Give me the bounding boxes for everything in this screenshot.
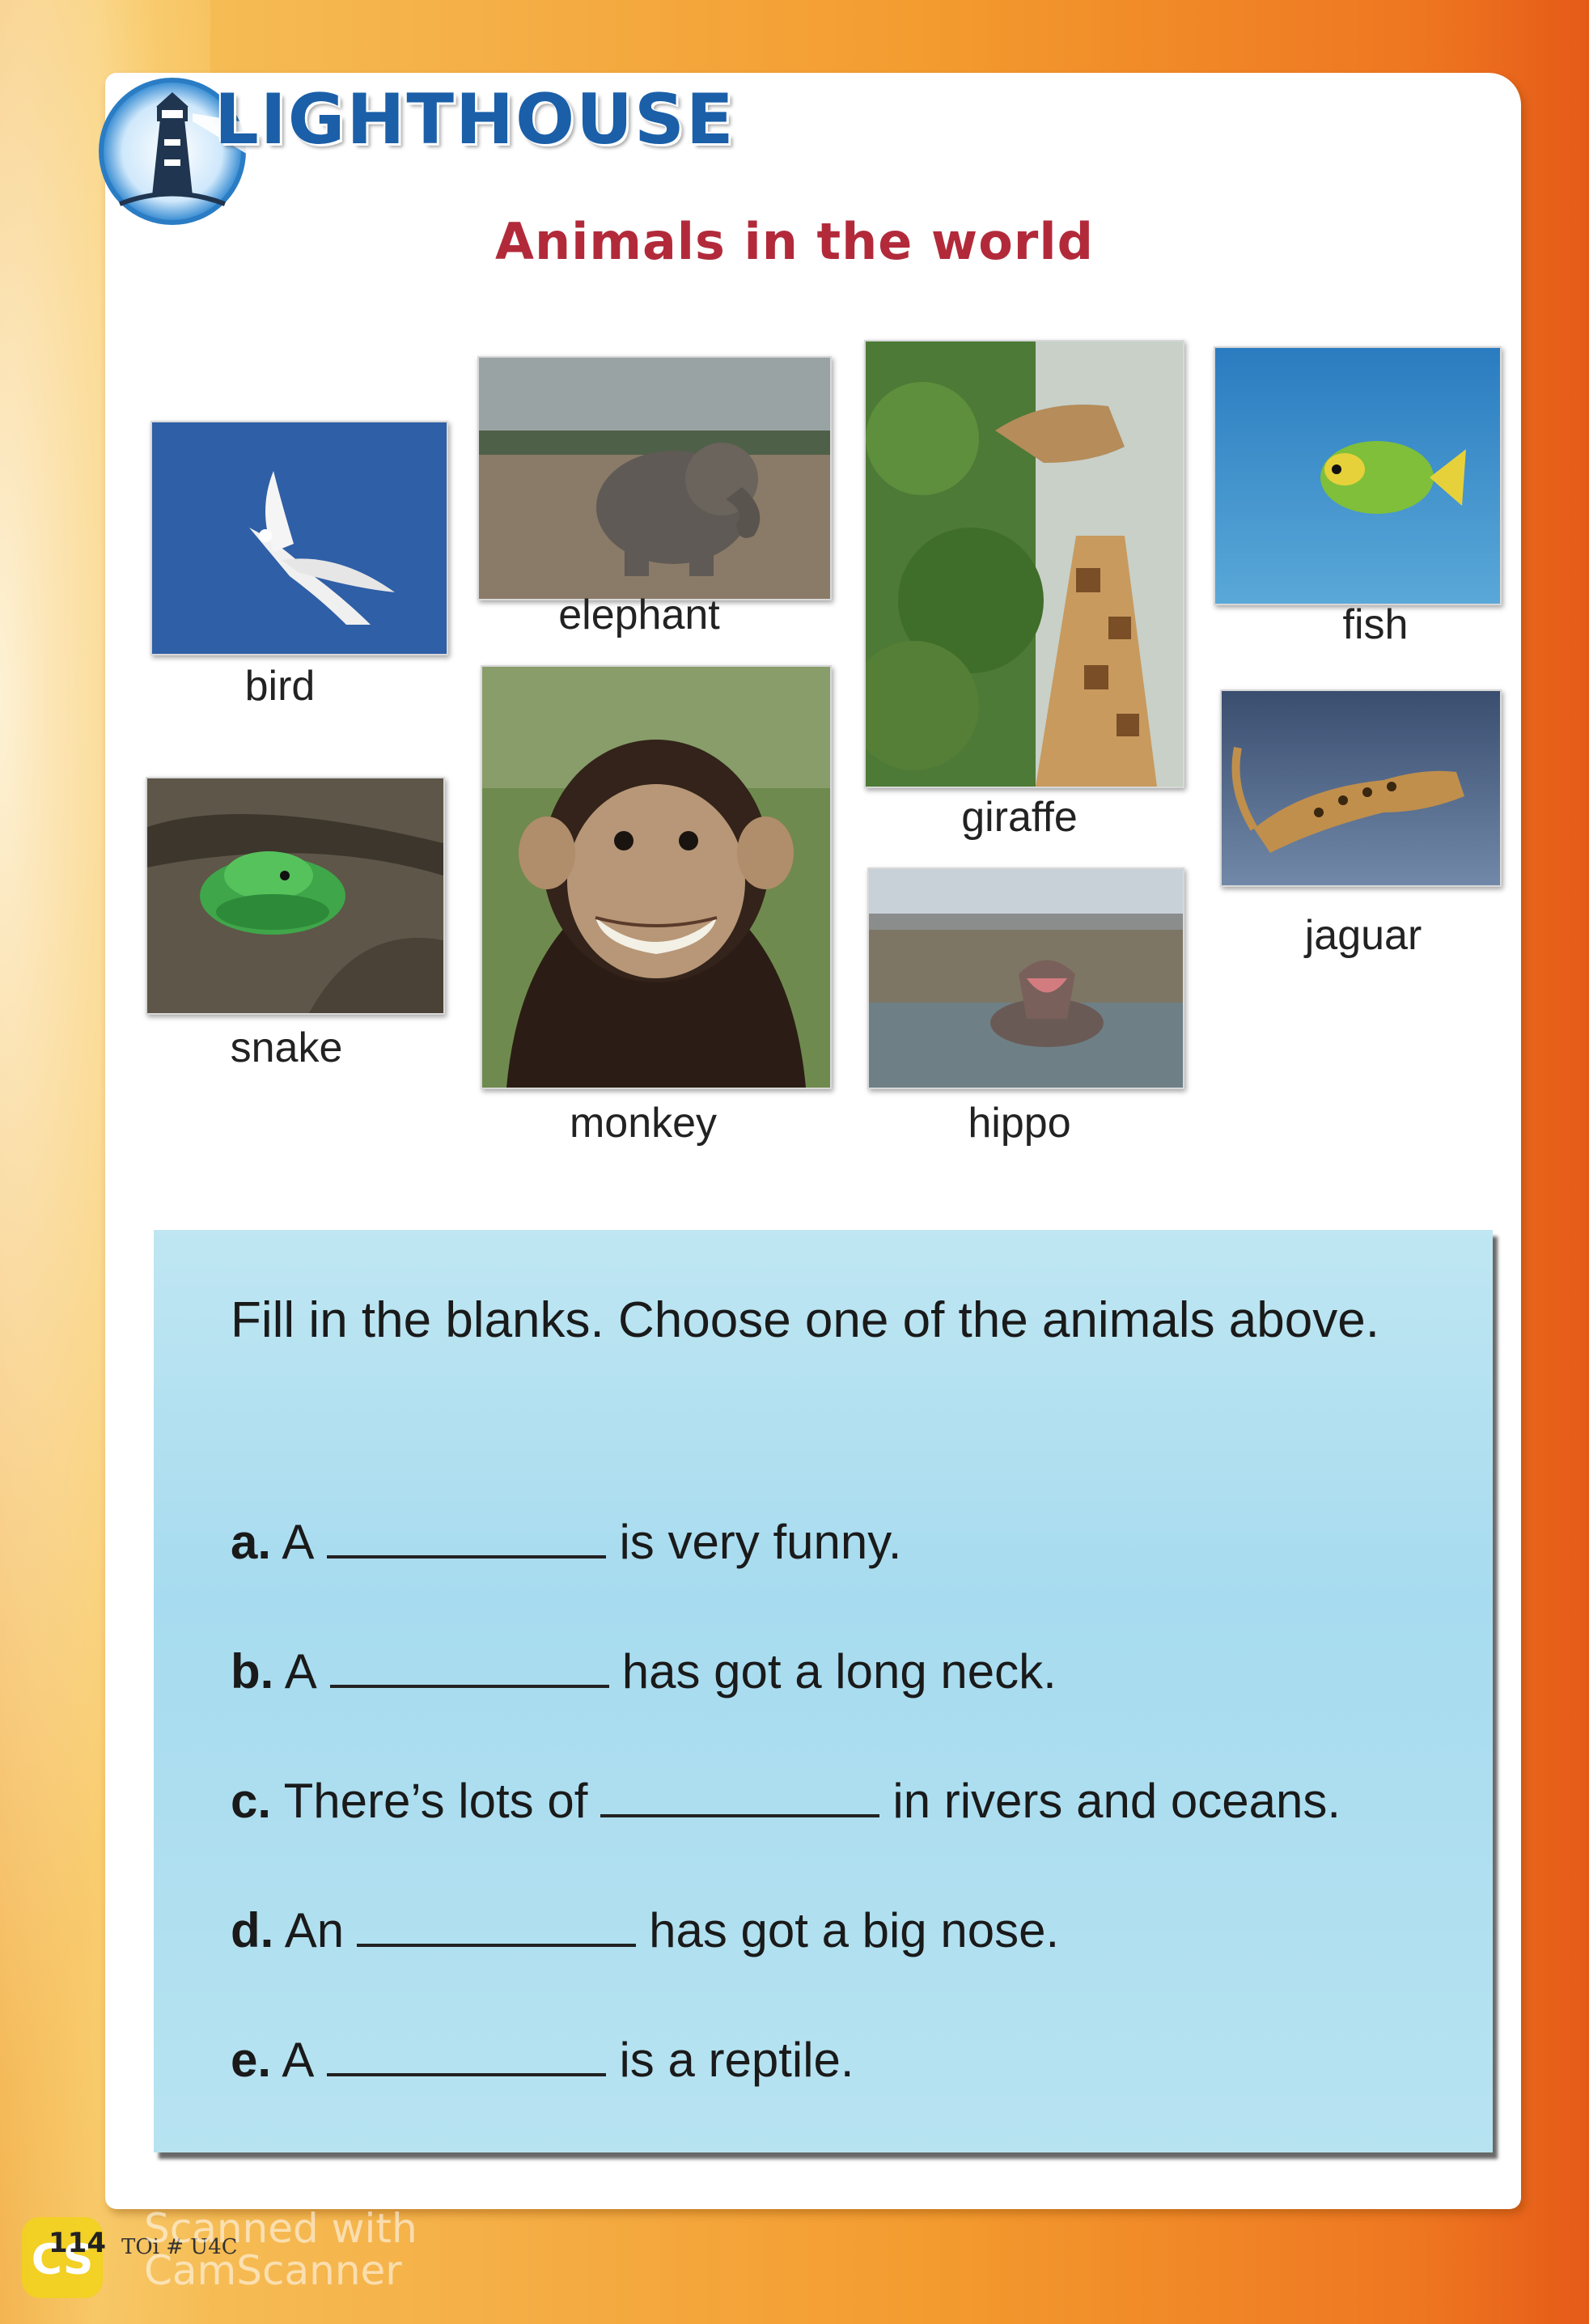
item-text-after: in rivers and oceans. xyxy=(892,1774,1341,1828)
item-text-before: A xyxy=(282,2033,315,2087)
hippo-caption: hippo xyxy=(968,1100,1071,1147)
answer-blank[interactable] xyxy=(327,2031,607,2076)
item-text-before: A xyxy=(282,1515,315,1569)
watermark-line-1: Scanned with xyxy=(144,2205,417,2252)
item-letter: a. xyxy=(231,1515,272,1569)
scanner-watermark: Scanned with CamScanner xyxy=(144,2207,417,2292)
item-text-after: is a reptile. xyxy=(619,2033,854,2087)
exercise-item-b: b. Ahas got a long neck. xyxy=(231,1643,1057,1699)
page-title: Animals in the world xyxy=(494,212,1095,271)
item-letter: d. xyxy=(231,1903,274,1957)
item-letter: e. xyxy=(231,2033,272,2087)
hippo-photo xyxy=(867,867,1184,1089)
answer-blank[interactable] xyxy=(600,1772,880,1817)
watermark-line-2: CamScanner xyxy=(144,2247,402,2294)
item-text-before: An xyxy=(284,1903,345,1957)
monkey-photo xyxy=(481,665,832,1089)
exercise-instruction: Fill in the blanks. Choose one of the an… xyxy=(231,1292,1379,1348)
answer-blank[interactable] xyxy=(357,1902,637,1947)
bird-caption: bird xyxy=(244,663,316,710)
item-text-after: has got a long neck. xyxy=(621,1644,1057,1698)
item-text-before: There’s lots of xyxy=(283,1774,588,1828)
exercise-item-c: c. There’s lots of in rivers and oceans. xyxy=(231,1772,1341,1829)
monkey-caption: monkey xyxy=(569,1100,718,1147)
exercise-item-e: e. Ais a reptile. xyxy=(231,2031,854,2088)
logo-text: LIGHTHOUSE xyxy=(214,79,735,160)
exercise-item-a: a. Ais very funny. xyxy=(231,1513,901,1570)
bird-photo xyxy=(150,421,448,655)
elephant-photo xyxy=(477,356,832,600)
item-letter: c. xyxy=(231,1774,272,1828)
item-text-after: has got a big nose. xyxy=(649,1903,1060,1957)
exercise-item-d: d. An has got a big nose. xyxy=(231,1902,1059,1958)
jaguar-photo xyxy=(1220,689,1502,887)
page-number: 114 xyxy=(49,2227,106,2259)
giraffe-photo xyxy=(864,340,1184,788)
snake-caption: snake xyxy=(230,1024,343,1071)
answer-blank[interactable] xyxy=(329,1643,609,1688)
exercise-box: Fill in the blanks. Choose one of the an… xyxy=(154,1230,1493,2152)
giraffe-caption: giraffe xyxy=(961,794,1078,841)
answer-blank[interactable] xyxy=(327,1513,607,1559)
fish-photo xyxy=(1214,346,1502,605)
item-text-after: is very funny. xyxy=(619,1515,902,1569)
snake-photo xyxy=(146,777,445,1015)
item-text-before: A xyxy=(284,1644,317,1698)
fish-caption: fish xyxy=(1342,601,1409,648)
item-letter: b. xyxy=(231,1644,274,1698)
jaguar-caption: jaguar xyxy=(1304,912,1422,959)
elephant-caption: elephant xyxy=(558,592,720,638)
